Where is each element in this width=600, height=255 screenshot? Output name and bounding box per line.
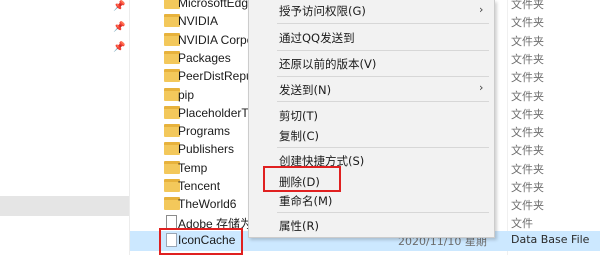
- menu-item-restore-versions[interactable]: 还原以前的版本(V): [279, 56, 376, 72]
- file-name: Packages: [178, 51, 231, 65]
- file-name: NVIDIA: [178, 14, 219, 28]
- file-name: pip: [178, 88, 195, 102]
- file-name: Publishers: [178, 142, 235, 156]
- menu-separator: [277, 101, 489, 102]
- file-type: 文件: [511, 217, 533, 230]
- menu-separator: [277, 23, 489, 24]
- file-type: 文件夹: [511, 90, 544, 103]
- menu-item-send-via-qq[interactable]: 通过QQ发送到: [279, 30, 355, 46]
- menu-item-send-to[interactable]: 发送到(N): [279, 82, 331, 98]
- menu-separator: [277, 212, 489, 213]
- file-type: 文件夹: [511, 16, 544, 29]
- highlight-box-iconcache: [159, 228, 243, 255]
- menu-item-properties[interactable]: 属性(R): [279, 218, 319, 234]
- pin-icon[interactable]: 📌: [113, 1, 125, 13]
- file-type: 文件夹: [511, 35, 544, 48]
- file-name: Programs: [178, 124, 231, 138]
- context-menu: 授予访问权限(G) › 通过QQ发送到 还原以前的版本(V) 发送到(N) › …: [248, 0, 495, 238]
- navigation-pane: 📌 📌 📌: [0, 0, 129, 255]
- file-name: PlaceholderTil: [178, 106, 254, 120]
- highlight-box-delete: [263, 166, 341, 192]
- pin-icon[interactable]: 📌: [113, 42, 125, 54]
- file-type: 文件夹: [511, 199, 544, 212]
- file-type: 文件夹: [511, 144, 544, 157]
- document-icon: [166, 215, 177, 229]
- menu-item-cut[interactable]: 剪切(T): [279, 108, 318, 124]
- file-type: 文件夹: [511, 108, 544, 121]
- file-name: Tencent: [178, 179, 221, 193]
- menu-item-copy[interactable]: 复制(C): [279, 128, 319, 144]
- chevron-right-icon: ›: [479, 3, 484, 16]
- chevron-right-icon: ›: [479, 81, 484, 94]
- file-type: Data Base File: [511, 233, 590, 246]
- file-name: NVIDIA Corpo: [178, 33, 254, 47]
- file-type: 文件夹: [511, 0, 544, 11]
- file-type: 文件夹: [511, 181, 544, 194]
- menu-item-grant-access[interactable]: 授予访问权限(G): [279, 3, 366, 19]
- nav-selected-item[interactable]: [0, 196, 129, 216]
- menu-item-rename[interactable]: 重命名(M): [279, 193, 332, 209]
- file-name: TheWorld6: [178, 197, 237, 211]
- pin-icon[interactable]: 📌: [113, 22, 125, 34]
- file-type: 文件夹: [511, 163, 544, 176]
- file-type: 文件夹: [511, 71, 544, 84]
- menu-separator: [277, 76, 489, 77]
- file-name: Temp: [178, 161, 208, 175]
- menu-separator: [277, 147, 489, 148]
- file-type: 文件夹: [511, 53, 544, 66]
- file-name: PeerDistRepul: [178, 69, 256, 83]
- file-name: MicrosoftEdg: [178, 0, 249, 10]
- file-type: 文件夹: [511, 126, 544, 139]
- menu-separator: [277, 50, 489, 51]
